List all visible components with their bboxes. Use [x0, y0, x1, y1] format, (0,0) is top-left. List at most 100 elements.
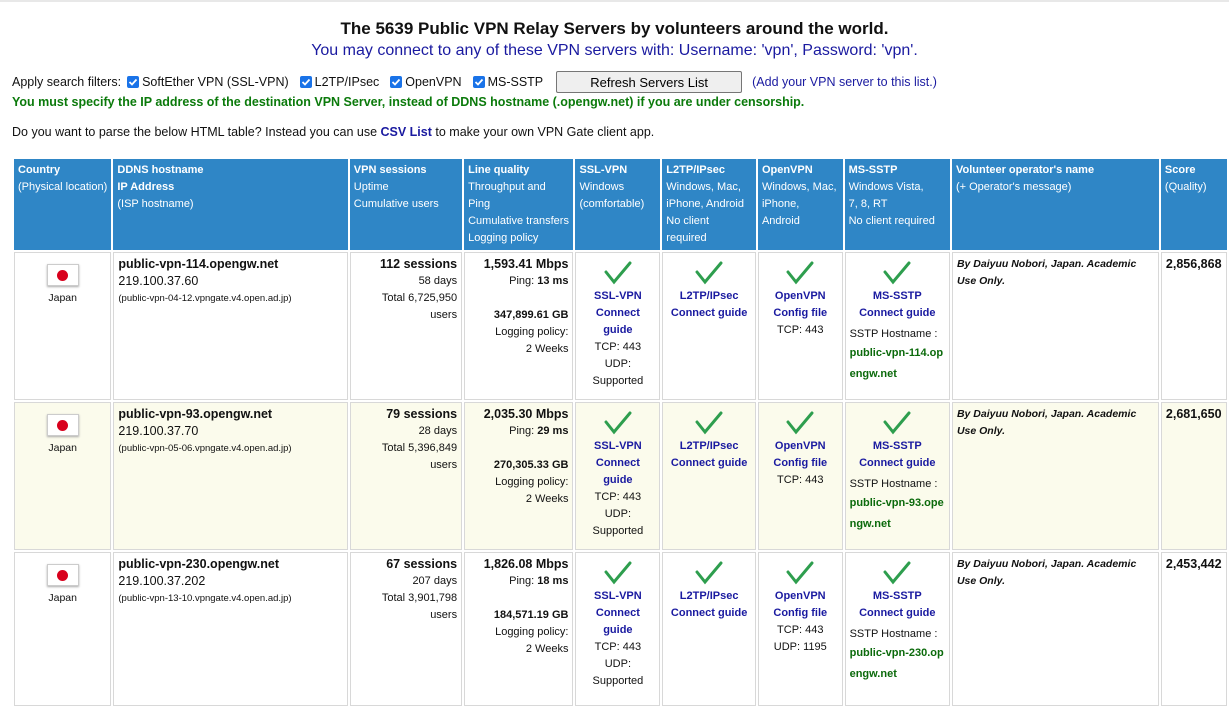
- filter-mssstp-checkbox[interactable]: MS-SSTP: [472, 75, 543, 89]
- header-l2tp: L2TP/IPsec Windows, Mac, iPhone, Android No…: [662, 159, 756, 250]
- filter-label: OpenVPN: [405, 75, 462, 89]
- operator-message: By Daiyuu Nobori, Japan. Academic Use On…: [956, 408, 1137, 437]
- check-icon: [604, 411, 632, 435]
- filters-label: Apply search filters:: [12, 75, 122, 89]
- logging-policy-label: Logging policy:: [495, 326, 569, 338]
- cell-sessions: 79 sessions 28 days Total 5,396,849 users: [349, 402, 463, 550]
- header-sessions-uptime: Uptime: [353, 181, 389, 193]
- header-openvpn-os1: Windows, Mac,: [761, 181, 837, 193]
- filter-l2tp-checkbox[interactable]: L2TP/IPsec: [299, 75, 379, 89]
- mssstp-link[interactable]: MS-SSTP: [850, 438, 945, 455]
- cell-operator: By Daiyuu Nobori, Japan. Academic Use On…: [951, 552, 1159, 706]
- csv-list-link[interactable]: CSV List: [381, 125, 432, 139]
- filter-openvpn-checkbox[interactable]: OpenVPN: [390, 75, 462, 89]
- country-name: Japan: [48, 292, 77, 304]
- openvpn-link[interactable]: OpenVPN: [763, 588, 838, 605]
- l2tp-connect-guide-link[interactable]: Connect guide: [667, 605, 751, 622]
- throughput: 1,593.41 Mbps: [483, 257, 569, 271]
- header-mssstp: MS-SSTP Windows Vista, 7, 8, RT No client r…: [844, 159, 950, 250]
- cell-ddns: public-vpn-93.opengw.net 219.100.37.70 (pu…: [113, 402, 348, 550]
- sslvpn-tcp: TCP: 443: [594, 641, 642, 653]
- header-l2tp-note: No client required: [666, 215, 710, 244]
- openvpn-config-file-link[interactable]: Config file: [763, 605, 838, 622]
- table-row: Japan public-vpn-114.opengw.net 219.100.3…: [14, 252, 1227, 400]
- l2tp-connect-guide-link[interactable]: Connect guide: [667, 305, 751, 322]
- isp-hostname: (public-vpn-05-06.vpngate.v4.open.ad.jp): [118, 443, 292, 454]
- japan-flag-icon: [46, 564, 79, 586]
- refresh-servers-button[interactable]: Refresh Servers List: [556, 71, 743, 93]
- isp-hostname: (public-vpn-13-10.vpngate.v4.open.ad.jp): [118, 593, 292, 604]
- mssstp-link[interactable]: MS-SSTP: [850, 588, 945, 605]
- checkbox-checked-icon[interactable]: [472, 76, 485, 88]
- score-value: 2,681,650: [1165, 407, 1222, 421]
- header-ddns: DDNS hostname IP Address (ISP hostname): [113, 159, 348, 250]
- page-title: The 5639 Public VPN Relay Servers by vol…: [340, 19, 889, 38]
- header-score-title: Score: [1164, 164, 1196, 176]
- check-icon: [883, 411, 911, 435]
- throughput: 2,035.30 Mbps: [483, 407, 569, 421]
- ip-address: 219.100.37.60: [118, 274, 199, 288]
- logging-policy-label: Logging policy:: [495, 626, 569, 638]
- filter-label: SoftEther VPN (SSL-VPN): [142, 75, 289, 89]
- cell-sslvpn: SSL-VPN Connect guide TCP: 443 UDP: Support…: [575, 402, 661, 550]
- header-score-sub: (Quality): [1164, 181, 1207, 193]
- censorship-warning: You must specify the IP address of the d…: [12, 95, 805, 109]
- sslvpn-link[interactable]: SSL-VPN: [580, 288, 655, 305]
- cumulative-users: Total 5,396,849 users: [381, 442, 458, 471]
- openvpn-config-file-link[interactable]: Config file: [763, 455, 838, 472]
- cell-mssstp: MS-SSTP Connect guide SSTP Hostname : publi…: [844, 252, 950, 400]
- header-sslvpn: SSL-VPN Windows (comfortable): [575, 159, 661, 250]
- mssstp-connect-guide-link[interactable]: Connect guide: [850, 305, 945, 322]
- cell-operator: By Daiyuu Nobori, Japan. Academic Use On…: [951, 402, 1159, 550]
- filter-softether-checkbox[interactable]: SoftEther VPN (SSL-VPN): [127, 75, 289, 89]
- check-icon: [786, 411, 814, 435]
- mssstp-connect-guide-link[interactable]: Connect guide: [850, 455, 945, 472]
- header-mssstp-os1: Windows Vista,: [848, 181, 924, 193]
- header-mssstp-os2: 7, 8, RT: [848, 198, 888, 210]
- sslvpn-link[interactable]: SSL-VPN: [580, 438, 655, 455]
- header-sessions-users: Cumulative users: [353, 198, 439, 210]
- l2tp-connect-guide-link[interactable]: Connect guide: [667, 455, 751, 472]
- cell-ddns: public-vpn-114.opengw.net 219.100.37.60 (p…: [113, 252, 348, 400]
- parse-text-before: Do you want to parse the below HTML tabl…: [12, 125, 381, 139]
- country-name: Japan: [48, 592, 77, 604]
- sslvpn-connect-guide-link[interactable]: Connect guide: [580, 455, 655, 489]
- openvpn-tcp: TCP: 443: [777, 324, 824, 336]
- sslvpn-link[interactable]: SSL-VPN: [580, 588, 655, 605]
- header-country-sub: (Physical location): [18, 181, 108, 193]
- checkbox-checked-icon[interactable]: [127, 76, 140, 88]
- cumulative-transfer: 347,899.61 GB: [493, 309, 569, 321]
- check-icon: [786, 261, 814, 285]
- ping-label: Ping:: [509, 575, 535, 587]
- openvpn-config-file-link[interactable]: Config file: [763, 305, 838, 322]
- checkbox-checked-icon[interactable]: [299, 76, 312, 88]
- sslvpn-connect-guide-link[interactable]: Connect guide: [580, 305, 655, 339]
- mssstp-connect-guide-link[interactable]: Connect guide: [850, 605, 945, 622]
- operator-message: By Daiyuu Nobori, Japan. Academic Use On…: [956, 558, 1137, 587]
- checkbox-checked-icon[interactable]: [390, 76, 403, 88]
- l2tp-link[interactable]: L2TP/IPsec: [667, 288, 751, 305]
- cell-score: 2,681,650: [1160, 402, 1227, 550]
- page-subtitle: You may connect to any of these VPN serv…: [311, 42, 918, 59]
- cumulative-transfer: 184,571.19 GB: [493, 609, 569, 621]
- isp-hostname: (public-vpn-04-12.vpngate.v4.open.ad.jp): [118, 293, 292, 304]
- openvpn-link[interactable]: OpenVPN: [763, 438, 838, 455]
- openvpn-link[interactable]: OpenVPN: [763, 288, 838, 305]
- add-server-link[interactable]: (Add your VPN server to this list.): [752, 75, 937, 89]
- l2tp-link[interactable]: L2TP/IPsec: [667, 438, 751, 455]
- header-operator: Volunteer operator's name (+ Operator's m…: [951, 159, 1159, 250]
- mssstp-link[interactable]: MS-SSTP: [850, 288, 945, 305]
- sslvpn-tcp: TCP: 443: [594, 491, 642, 503]
- header-country-title: Country: [18, 164, 61, 176]
- cell-quality: 1,826.08 Mbps Ping: 18 ms 184,571.19 GB Log…: [464, 552, 574, 706]
- table-header-row: Country (Physical location) DDNS hostname…: [14, 159, 1227, 250]
- check-icon: [695, 411, 723, 435]
- sstp-hostname-label: SSTP Hostname :: [849, 628, 938, 640]
- header-openvpn-title: OpenVPN: [761, 164, 813, 176]
- header-operator-title: Volunteer operator's name: [955, 164, 1095, 176]
- session-count: 79 sessions: [386, 407, 458, 421]
- sslvpn-connect-guide-link[interactable]: Connect guide: [580, 605, 655, 639]
- operator-message: By Daiyuu Nobori, Japan. Academic Use On…: [956, 258, 1137, 287]
- l2tp-link[interactable]: L2TP/IPsec: [667, 588, 751, 605]
- header-operator-sub: (+ Operator's message): [955, 181, 1072, 193]
